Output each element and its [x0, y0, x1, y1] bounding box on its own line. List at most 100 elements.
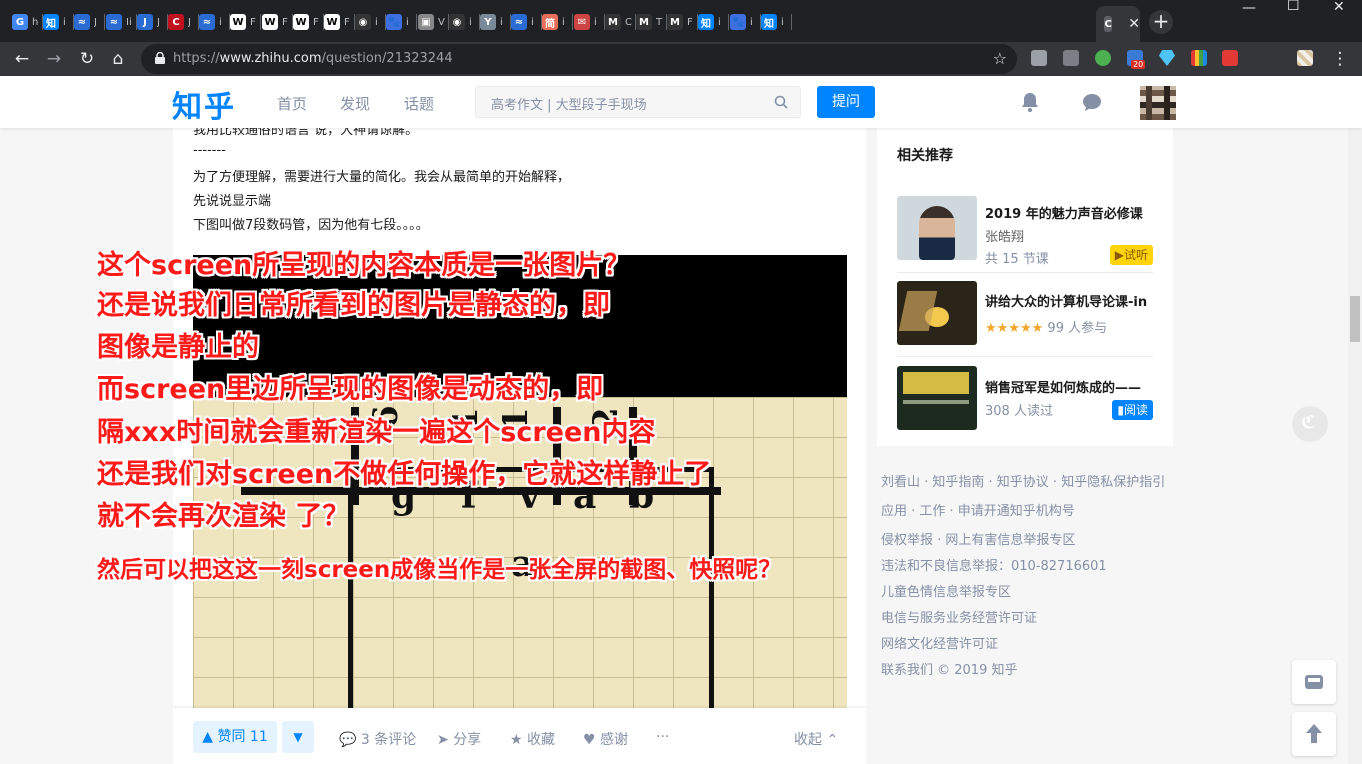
user-avatar[interactable] [1140, 86, 1176, 120]
browser-tab[interactable]: 知i [761, 8, 792, 36]
course-thumbnail [897, 196, 977, 260]
answer-text-line: 我用比较通俗的语言 说，大神请谅解。 [193, 128, 419, 138]
inbox-icon [1305, 675, 1323, 689]
nav-topics[interactable]: 话题 [404, 93, 434, 114]
browser-tab[interactable]: CJ [168, 8, 199, 36]
browser-menu-icon[interactable]: ⋮ [1329, 48, 1351, 70]
browser-tab[interactable]: JJ [137, 8, 168, 36]
footer-link-row[interactable]: 刘看山 · 知乎指南 · 知乎协议 · 知乎隐私保护指引 [881, 471, 1168, 490]
tab-favicon-icon: 🐾 [386, 14, 402, 30]
browser-tab[interactable]: WF [230, 8, 261, 36]
footer-link-row[interactable]: 网络文化经营许可证 [881, 633, 998, 652]
messages-icon[interactable] [1081, 91, 1103, 113]
maximize-window-icon[interactable]: ☐ [1287, 0, 1300, 14]
more-button[interactable]: ··· [656, 729, 669, 745]
collect-button[interactable]: ★ 收藏 [510, 729, 555, 749]
comment-icon: 💬 [339, 732, 357, 748]
nav-home[interactable]: 首页 [277, 93, 307, 114]
related-title: 相关推荐 [897, 148, 953, 164]
extension-download-icon[interactable] [1031, 50, 1047, 66]
recommendation-item[interactable]: 2019 年的魅力声音必修课 张皓翔 共 15 节课 ▶试听 [897, 196, 1153, 267]
browser-tab[interactable]: ✉ i [574, 8, 605, 36]
scrollbar-thumb[interactable] [1350, 296, 1360, 342]
thanks-button[interactable]: ♥ 感谢 [583, 729, 628, 749]
bookmark-star-icon[interactable]: ☆ [993, 49, 1007, 68]
footer-link-row[interactable]: 应用 · 工作 · 申请开通知乎机构号 [881, 500, 1075, 519]
comments-button[interactable]: 💬 3 条评论 [339, 729, 416, 749]
browser-tab[interactable]: 知i [698, 8, 729, 36]
browser-tab[interactable]: MF [667, 8, 698, 36]
tab-title: h [32, 16, 39, 28]
browser-tab[interactable]: ≈ J [74, 8, 105, 36]
tab-title: J [188, 16, 191, 28]
tab-favicon-icon: 知 [43, 14, 59, 30]
downvote-button[interactable]: ▼ [282, 721, 314, 753]
ask-question-button[interactable]: 提问 [817, 86, 875, 118]
tab-title: i [531, 16, 534, 28]
minimize-window-icon[interactable]: — [1242, 0, 1256, 16]
feedback-button[interactable] [1292, 660, 1336, 704]
browser-tab[interactable]: WF [293, 8, 324, 36]
browser-tab[interactable]: ◉ i [355, 8, 386, 36]
browser-tab[interactable]: 知i [43, 8, 74, 36]
tab-title: C [625, 16, 632, 28]
browser-tab[interactable]: MC [605, 8, 636, 36]
recommendation-item[interactable]: 销售冠军是如何炼成的—— 308 人读过 ▮阅读 [897, 366, 1153, 432]
close-window-icon[interactable]: ✕ [1333, 0, 1345, 15]
reload-icon[interactable]: ↻ [76, 48, 98, 70]
extension-green-dot-icon[interactable] [1095, 50, 1111, 66]
recommendation-item[interactable]: 讲给大众的计算机导论课-in ★★★★★ 99 人参与 [897, 281, 1153, 347]
footer-link-row[interactable]: 儿童色情信息举报专区 [881, 581, 1011, 600]
recommendation-title: 讲给大众的计算机导论课-in [985, 295, 1148, 310]
home-icon[interactable]: ⌂ [107, 48, 129, 70]
extension-gem-icon[interactable] [1159, 50, 1175, 66]
collapse-button[interactable]: 收起 ⌃ [794, 729, 838, 749]
nav-explore[interactable]: 发现 [340, 93, 370, 114]
browser-tab[interactable]: 🐾 i [730, 8, 761, 36]
notification-bell-icon[interactable] [1019, 91, 1041, 113]
back-to-top-button[interactable] [1292, 712, 1336, 756]
tab-title: i [718, 16, 721, 28]
share-button[interactable]: ➤ 分享 [437, 729, 481, 749]
page-scrollbar[interactable] [1348, 128, 1362, 764]
footer-link-row[interactable]: 违法和不良信息举报：010-82716601 [881, 555, 1107, 574]
new-tab-button[interactable]: + [1149, 10, 1173, 34]
browser-tab[interactable]: 🐾 i [386, 8, 417, 36]
extension-s-icon[interactable] [1222, 50, 1238, 66]
floating-logo-button[interactable]: ℭ [1292, 406, 1328, 442]
browser-tab[interactable]: MT [636, 8, 667, 36]
trial-badge[interactable]: ▶试听 [1109, 245, 1153, 265]
tab-title: i [375, 16, 378, 28]
extension-bars-icon[interactable] [1191, 50, 1207, 66]
search-icon[interactable] [774, 95, 788, 109]
search-input[interactable]: 高考作文 | 大型段子手现场 [475, 86, 801, 118]
extension-badge-icon[interactable]: 20 [1127, 50, 1146, 69]
browser-tab[interactable]: ▣ V [418, 8, 449, 36]
browser-tab[interactable]: ≈ i [511, 8, 542, 36]
browser-tab[interactable]: ≈ i [199, 8, 230, 36]
related-recommendations-card: 相关推荐 2019 年的魅力声音必修课 张皓翔 共 15 节课 ▶试听 讲给大众… [877, 128, 1173, 446]
footer-link-row[interactable]: 电信与服务业务经营许可证 [881, 607, 1037, 626]
close-tab-icon[interactable]: ✕ [1128, 16, 1140, 32]
browser-tab[interactable]: Yi [480, 8, 511, 36]
footer-link-row: 联系我们 © 2019 知乎 [881, 663, 1018, 678]
zhihu-logo[interactable]: 知乎 [172, 82, 236, 126]
forward-icon[interactable]: → [43, 48, 65, 70]
browser-tab[interactable]: WF [324, 8, 355, 36]
browser-tab[interactable]: WF [262, 8, 293, 36]
active-tab[interactable]: C ✕ [1096, 6, 1140, 42]
browser-tab[interactable]: ◉ i [449, 8, 480, 36]
tab-favicon-icon: M [667, 14, 683, 30]
extension-clipboard-icon[interactable] [1063, 50, 1079, 66]
browser-tab[interactable]: 简i [542, 8, 573, 36]
back-icon[interactable]: ← [11, 48, 33, 70]
recommendation-title: 销售冠军是如何炼成的—— [985, 381, 1142, 396]
footer-link-row[interactable]: 侵权举报 · 网上有害信息举报专区 [881, 529, 1075, 548]
profile-avatar-icon[interactable] [1297, 50, 1313, 66]
upvote-button[interactable]: ▲ 赞同 11 [193, 721, 277, 753]
browser-tab[interactable]: Gh [12, 8, 43, 36]
tab-favicon-icon: ◉ [449, 14, 465, 30]
browser-tab[interactable]: ≈ Ii [106, 8, 137, 36]
read-badge[interactable]: ▮阅读 [1112, 400, 1153, 420]
address-bar[interactable]: https://www.zhihu.com/question/21323244 … [141, 44, 1017, 74]
